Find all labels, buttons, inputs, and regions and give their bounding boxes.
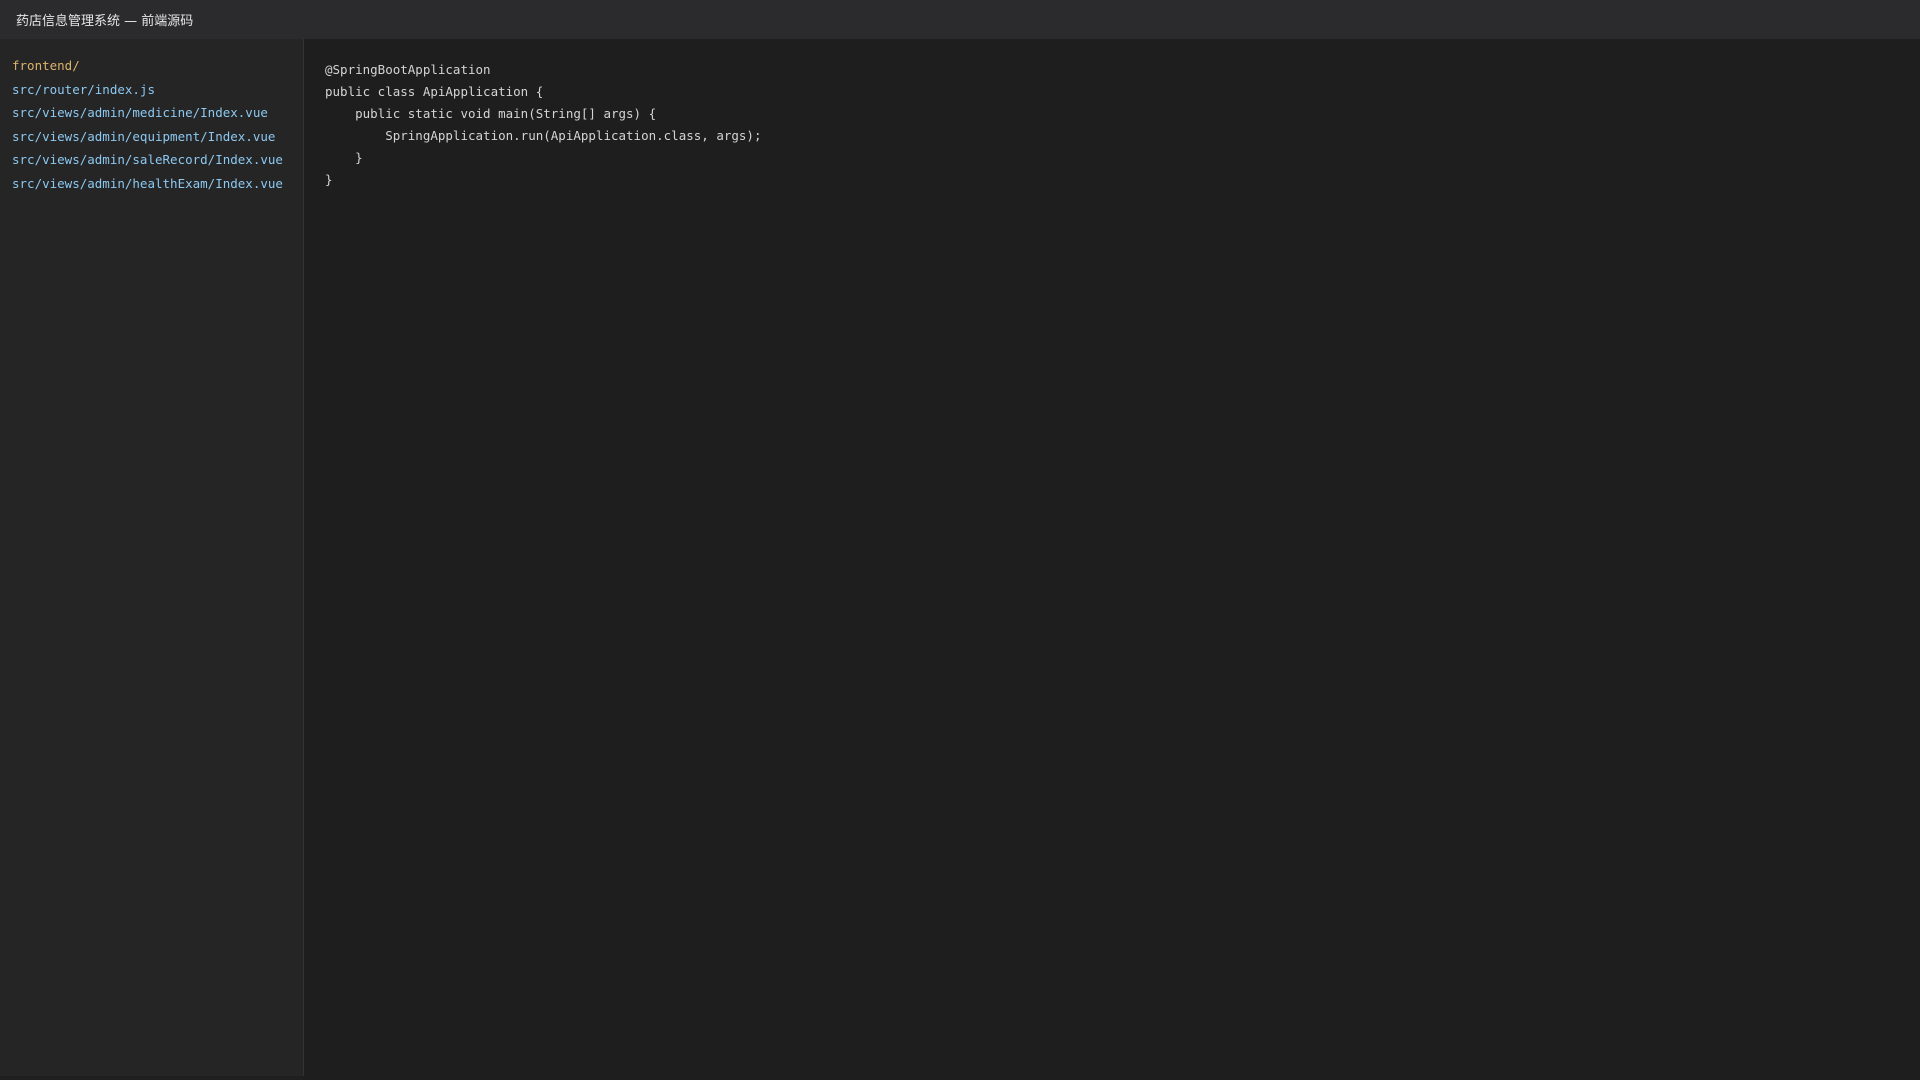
title-bar: 药店信息管理系统 — 前端源码 xyxy=(0,0,1920,39)
tree-item-equipment-index[interactable]: src/views/admin/equipment/Index.vue xyxy=(0,125,303,149)
tree-item-router-index[interactable]: src/router/index.js xyxy=(0,78,303,102)
sidebar-bottom-edge xyxy=(0,1076,305,1080)
tree-item-salerecord-index[interactable]: src/views/admin/saleRecord/Index.vue xyxy=(0,148,303,172)
tree-item-healthexam-index[interactable]: src/views/admin/healthExam/Index.vue xyxy=(0,172,303,196)
code-line: public class ApiApplication { xyxy=(325,84,544,99)
tree-item-frontend-folder[interactable]: frontend/ xyxy=(0,54,303,78)
code-line: @SpringBootApplication xyxy=(325,62,491,77)
code-editor[interactable]: @SpringBootApplication public class ApiA… xyxy=(305,39,1920,1080)
code-line: } xyxy=(325,150,363,165)
code-line: public static void main(String[] args) { xyxy=(325,106,657,121)
tree-item-medicine-index[interactable]: src/views/admin/medicine/Index.vue xyxy=(0,101,303,125)
code-line: } xyxy=(325,172,333,187)
file-explorer: frontend/ src/router/index.js src/views/… xyxy=(0,39,304,1076)
code-line: SpringApplication.run(ApiApplication.cla… xyxy=(325,128,762,143)
window-title: 药店信息管理系统 — 前端源码 xyxy=(16,14,194,29)
